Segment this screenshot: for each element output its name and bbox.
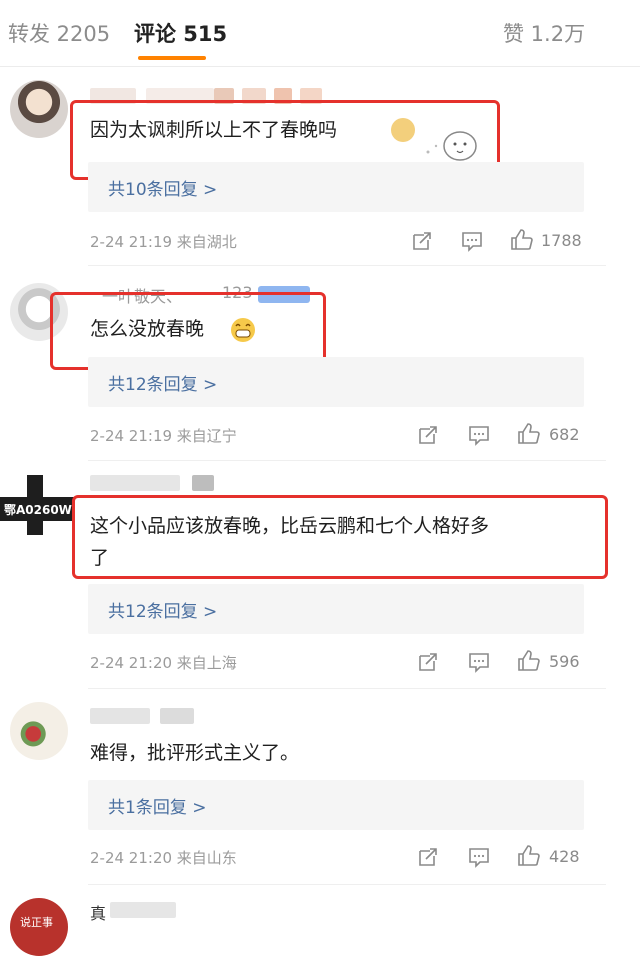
like-count: 682 (549, 425, 580, 444)
comment-meta: 2-24 21:19 来自辽宁 (90, 427, 237, 445)
like-icon[interactable] (517, 649, 541, 673)
comment-text: 了 (90, 547, 110, 569)
active-tab-indicator (138, 56, 206, 60)
comment-meta: 2-24 21:20 来自山东 (90, 849, 237, 867)
blurred-username (90, 475, 180, 491)
header-divider (0, 66, 640, 67)
avatar[interactable]: 说正事 (10, 898, 68, 956)
comment-divider (88, 688, 606, 689)
like-count: 428 (549, 847, 580, 866)
blurred-username (160, 708, 194, 724)
view-replies-link[interactable]: 共1条回复 > (108, 793, 206, 818)
replies-box[interactable]: 共12条回复 > (88, 357, 584, 407)
tab-likes[interactable]: 赞 1.2万 (503, 18, 585, 48)
view-replies-link[interactable]: 共12条回复 > (108, 370, 217, 395)
avatar[interactable] (10, 80, 68, 138)
view-replies-link[interactable]: 共12条回复 > (108, 597, 217, 622)
comment-text: 因为太讽刺所以上不了春晚吗 (90, 119, 338, 141)
tab-reposts[interactable]: 转发 2205 (8, 18, 110, 48)
comment-icon[interactable] (467, 650, 491, 674)
username-fragment: 真 (90, 904, 107, 923)
like-icon[interactable] (517, 422, 541, 446)
comment-meta: 2-24 21:20 来自上海 (90, 654, 237, 672)
replies-box[interactable]: 共1条回复 > (88, 780, 584, 830)
repost-icon[interactable] (416, 650, 440, 674)
like-icon[interactable] (517, 844, 541, 868)
blurred-username (90, 708, 150, 724)
grin-emoji-icon (231, 318, 255, 342)
sticker-icon (426, 131, 477, 161)
comment-meta: 2-24 21:19 来自湖北 (90, 233, 237, 251)
comment-text: 怎么没放春晚 (90, 318, 205, 340)
comment-icon[interactable] (467, 845, 491, 869)
comment-text: 难得，批评形式主义了。 (90, 742, 300, 764)
like-icon[interactable] (510, 228, 534, 252)
avatar-text: 说正事 (20, 916, 53, 929)
like-count: 596 (549, 652, 580, 671)
tab-comments[interactable]: 评论 515 (134, 18, 227, 48)
replies-box[interactable]: 共10条回复 > (88, 162, 584, 212)
comment-divider (88, 265, 606, 266)
blurred-username (110, 902, 176, 918)
avatar[interactable]: 鄂A0260W (0, 475, 74, 535)
comment-divider (88, 884, 606, 885)
replies-box[interactable]: 共12条回复 > (88, 584, 584, 634)
repost-icon[interactable] (410, 229, 434, 253)
like-count: 1788 (541, 231, 582, 250)
repost-icon[interactable] (416, 845, 440, 869)
avatar-text: 鄂A0260W (4, 503, 72, 517)
dog-emoji-icon (391, 118, 415, 142)
comment-icon[interactable] (467, 423, 491, 447)
comment-icon[interactable] (460, 229, 484, 253)
comment-divider (88, 460, 606, 461)
avatar[interactable] (10, 702, 68, 760)
comment-text: 这个小品应该放春晚，比岳云鹏和七个人格好多 (90, 515, 490, 537)
blurred-username (192, 475, 214, 491)
view-replies-link[interactable]: 共10条回复 > (108, 175, 217, 200)
repost-icon[interactable] (416, 423, 440, 447)
